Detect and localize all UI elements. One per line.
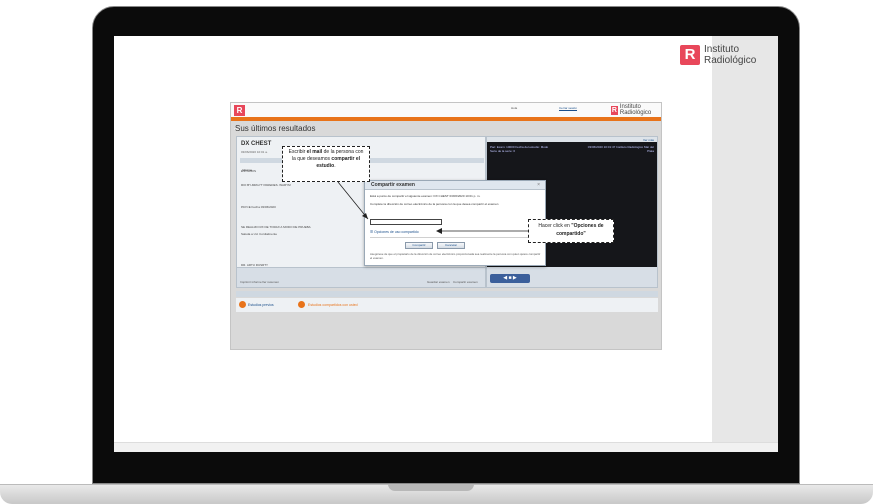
- brand-logo-icon: R: [680, 45, 700, 65]
- study-date: 03/06/2020 10:01 a.: [241, 150, 268, 154]
- cancel-button[interactable]: Cancelar: [437, 242, 465, 249]
- share-exam-button[interactable]: Compartir examen: [453, 280, 478, 284]
- app-header-brand-icon: R: [611, 105, 618, 115]
- report-line: PAYCE Fecha 03/06/2020: [241, 205, 276, 209]
- previous-studies-link[interactable]: Estudios previos: [248, 303, 274, 307]
- settings-icon: ☰: [370, 230, 374, 234]
- callout-email-text: .: [334, 163, 336, 169]
- app-nav-bar: Inicio: [231, 117, 661, 131]
- logout-link[interactable]: Cerrar sesión: [559, 106, 577, 110]
- viewer-meta-left: Pac: Exam: 10000 Fecha del estudio: Modo…: [490, 145, 549, 153]
- share-options-link[interactable]: ☰ Opciones de uso compartido: [370, 230, 419, 234]
- study-title: DX CHEST: [241, 141, 272, 147]
- modal-footer-note: Asegúrese de que el propietario de la di…: [370, 252, 541, 260]
- callout-options: Hacer click en "Opciones de compartido": [528, 219, 614, 243]
- screen-sidebar: [712, 36, 778, 452]
- report-line: Saluda a Ud. Cordialmente: [241, 232, 278, 236]
- report-line: SE REALIZO RX DE TORAX A MODO DE PRUEBA: [241, 225, 311, 229]
- report-panel-footer: Imprimir informe Ver resumen Guardar exa…: [237, 267, 485, 287]
- modal-intro: Está a punto de compartir el siguiente e…: [370, 194, 481, 198]
- callout-email: Escribir el mail de la persona con la qu…: [282, 146, 370, 182]
- clock-icon: [239, 301, 246, 308]
- share-exam-modal: Compartir examen × Está a punto de compa…: [364, 180, 546, 266]
- app-header-user: Hola: [511, 106, 518, 110]
- page-title: Sus últimos resultados: [235, 124, 316, 133]
- brand-line1: Instituto: [704, 44, 740, 55]
- app-logo-icon: R: [234, 105, 245, 116]
- screen-bottom-strip: [114, 442, 778, 452]
- viewer-meta-right: 03/06/2020 10:01:47 Instituto Radiológic…: [587, 145, 654, 153]
- app-header: R Hola Cerrar sesión R Instituto Radioló…: [231, 103, 661, 117]
- app-links: Estudios previos Estudios compartidos co…: [236, 298, 658, 312]
- viewer-topbar: Ver más: [487, 137, 657, 142]
- report-line: RIO BY-MRGYT PAREDES. WARYM: [241, 183, 291, 187]
- viewer-footer: ◀ ■ ▶: [487, 267, 657, 287]
- share-icon: [298, 301, 305, 308]
- app-header-brand-text: Instituto Radiológico: [619, 104, 652, 116]
- share-options-label: Opciones de uso compartido: [374, 230, 419, 234]
- print-report-button[interactable]: Imprimir informe: [240, 280, 262, 284]
- app-header-brand: R Instituto Radiológico: [611, 104, 661, 116]
- laptop-screen: R Instituto Radiológico R Hola Cerrar se…: [114, 36, 778, 452]
- brand-name: Instituto Radiológico: [704, 44, 756, 66]
- brand-line2: Radiológico: [704, 55, 757, 66]
- viewer-playback-controls[interactable]: ◀ ■ ▶: [490, 274, 530, 283]
- stage: R Instituto Radiológico R Hola Cerrar se…: [0, 0, 873, 504]
- view-more-link[interactable]: Ver más: [643, 138, 654, 142]
- modal-instruction: Complete la dirección de correo electrón…: [370, 202, 499, 206]
- shared-studies-link[interactable]: Estudios compartidos con usted: [308, 303, 358, 307]
- sub-section-bar: Sus últimos resultados: [236, 291, 658, 305]
- modal-divider: [370, 237, 542, 238]
- laptop-notch: [388, 484, 474, 491]
- report-line: ESTADIOS: [241, 169, 256, 173]
- email-field[interactable]: [370, 219, 442, 225]
- share-button[interactable]: Compartir: [405, 242, 433, 249]
- view-summary-button[interactable]: Ver resumen: [262, 280, 279, 284]
- callout-email-text: Escribir: [288, 149, 307, 155]
- brand: R Instituto Radiológico: [680, 44, 756, 66]
- modal-title: Compartir examen: [371, 182, 415, 188]
- close-icon[interactable]: ×: [537, 182, 540, 188]
- callout-email-bold: el mail: [306, 149, 323, 155]
- modal-header: Compartir examen ×: [365, 181, 545, 190]
- save-exam-button[interactable]: Guardar examen: [427, 280, 450, 284]
- callout-options-text: Hacer click en: [538, 223, 572, 229]
